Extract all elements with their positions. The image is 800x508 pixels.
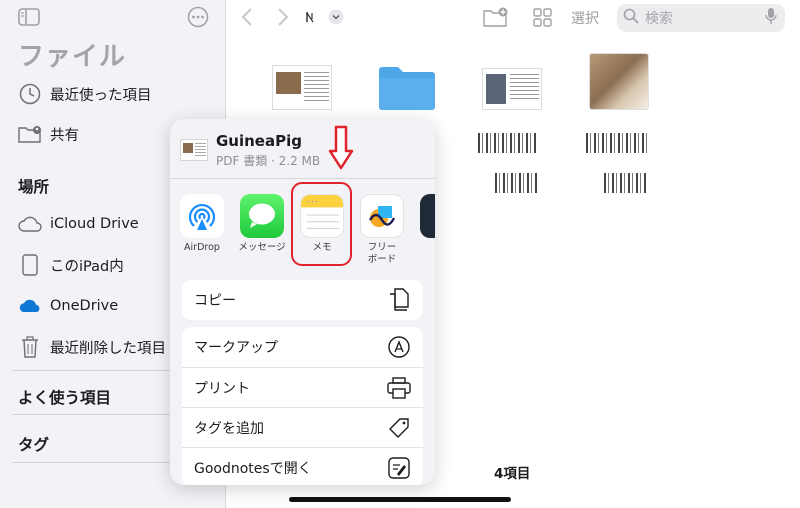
image-thumbnail-rabbit[interactable] [589, 53, 649, 110]
action-group-copy: コピー [182, 280, 423, 320]
tag-icon [387, 416, 411, 440]
select-button[interactable]: 選択 [571, 8, 599, 28]
more-options-icon[interactable] [187, 6, 209, 28]
search-input[interactable]: 検索 [617, 4, 785, 32]
grid-view-icon[interactable] [532, 6, 552, 28]
sidebar-item-label: このiPad内 [50, 258, 124, 275]
redacted-filename [478, 133, 538, 153]
back-chevron-icon[interactable] [238, 6, 256, 28]
file-thumbnail-document[interactable] [482, 68, 542, 110]
action-print[interactable]: プリント [182, 367, 423, 407]
sidebar-item-shared[interactable]: 共有 [18, 119, 79, 149]
share-sheet: GuineaPig PDF 書類 · 2.2 MB AirDrop メッセージ … [170, 119, 435, 485]
item-count-label: 4項目 [494, 466, 531, 482]
app-label: K [416, 242, 435, 254]
share-app-kindle[interactable]: K [416, 194, 435, 254]
airdrop-icon [180, 194, 224, 238]
ipad-icon [18, 253, 42, 277]
sidebar-item-this-ipad[interactable]: このiPad内 [18, 250, 124, 280]
folder-title-icon [302, 6, 318, 28]
action-label: プリント [194, 380, 250, 397]
sidebar-item-label: 最近使った項目 [50, 87, 152, 104]
action-label: Goodnotesで開く [194, 460, 312, 477]
share-app-messages[interactable]: メッセージ [236, 194, 288, 254]
sidebar-item-label: OneDrive [50, 298, 119, 314]
app-label: AirDrop [184, 242, 220, 253]
favorites-heading[interactable]: よく使う項目 [18, 386, 111, 408]
thumbnail-photo [486, 74, 506, 104]
title-menu-chevron-icon[interactable] [327, 6, 345, 28]
sidebar-item-label: 最近削除した項目 [50, 340, 166, 357]
folder-icon[interactable] [377, 64, 437, 112]
thumbnail-photo [276, 72, 301, 94]
page-title: ファイル [18, 42, 127, 72]
locations-heading: 場所 [18, 178, 50, 196]
redacted-filename [495, 173, 539, 193]
file-preview-icon [180, 139, 208, 161]
sidebar-item-recents[interactable]: 最近使った項目 [18, 79, 152, 109]
thumbnail-text-lines [304, 72, 329, 102]
sidebar-item-icloud-drive[interactable]: iCloud Drive [18, 209, 139, 239]
thumbnail-text-lines [510, 74, 539, 102]
action-group-more: マークアップ プリント タグを追加 Goodnotesで開く [182, 327, 423, 485]
messages-icon [240, 194, 284, 238]
sidebar-toggle-icon[interactable] [18, 8, 40, 26]
forward-chevron-icon[interactable] [274, 6, 292, 28]
shared-file-name: GuineaPig [216, 132, 302, 150]
action-label: コピー [194, 293, 236, 309]
home-indicator[interactable] [289, 497, 511, 502]
markup-icon [387, 335, 411, 359]
shared-file-meta: PDF 書類 · 2.2 MB [216, 154, 321, 168]
kindle-icon [420, 194, 435, 238]
freeform-icon [360, 194, 404, 238]
search-placeholder: 検索 [645, 11, 673, 27]
goodnotes-icon [387, 456, 411, 480]
onedrive-icon [18, 294, 42, 318]
share-app-freeform[interactable]: フリー ボード [356, 194, 408, 266]
highlight-box [291, 182, 352, 266]
action-copy[interactable]: コピー [182, 280, 423, 320]
copy-icon [387, 288, 411, 312]
search-icon [623, 8, 639, 28]
app-label: フリー ボード [367, 242, 397, 265]
app-label: メッセージ [238, 242, 286, 253]
sidebar-item-label: iCloud Drive [50, 216, 139, 232]
action-open-in-goodnotes[interactable]: Goodnotesで開く [182, 447, 423, 485]
shared-folder-icon [18, 122, 42, 146]
action-add-tag[interactable]: タグを追加 [182, 407, 423, 447]
new-folder-icon[interactable] [483, 6, 509, 28]
cloud-icon [18, 212, 42, 236]
sidebar-item-onedrive[interactable]: OneDrive [18, 291, 118, 321]
action-label: タグを追加 [194, 420, 264, 437]
file-thumbnail-guineapig[interactable] [272, 65, 332, 110]
print-icon [387, 376, 411, 400]
action-markup[interactable]: マークアップ [182, 327, 423, 367]
tags-heading[interactable]: タグ [18, 433, 49, 455]
microphone-icon[interactable] [765, 7, 777, 29]
share-sheet-header: GuineaPig PDF 書類 · 2.2 MB [170, 119, 435, 179]
action-label: マークアップ [194, 340, 278, 356]
down-arrow-icon [328, 125, 354, 171]
sidebar-item-recently-deleted[interactable]: 最近削除した項目 [18, 332, 166, 362]
clock-icon [18, 82, 42, 106]
redacted-filename [604, 173, 648, 193]
share-app-airdrop[interactable]: AirDrop [176, 194, 228, 254]
redacted-filename [586, 133, 648, 153]
trash-icon [18, 335, 42, 359]
sidebar-item-label: 共有 [50, 127, 79, 144]
